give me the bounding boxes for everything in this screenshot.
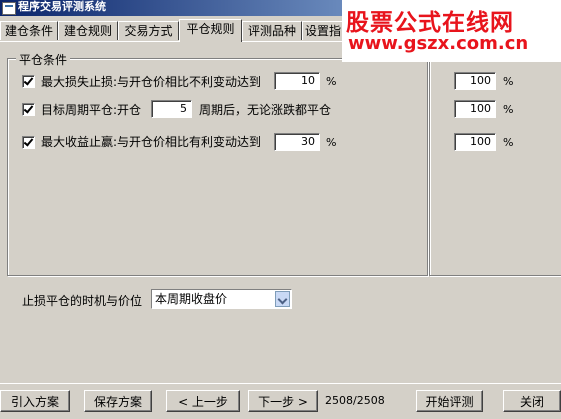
right-unit-3: % xyxy=(503,136,514,149)
right-unit-2: % xyxy=(503,103,514,116)
max-loss-checkbox[interactable] xyxy=(22,75,35,88)
watermark-url: www.gszx.com.cn xyxy=(348,33,529,54)
max-loss-label: 最大损失止损:与开仓价相比不利变动达到 xyxy=(41,75,262,89)
max-loss-unit: % xyxy=(326,75,337,88)
stop-timing-select[interactable]: 本周期收盘价 xyxy=(151,289,292,309)
tab-open-conditions[interactable]: 建仓条件 xyxy=(0,21,58,40)
chevron-down-icon[interactable] xyxy=(275,291,290,307)
close-button[interactable]: 关闭 xyxy=(503,390,561,412)
stop-timing-label: 止损平仓的时机与价位 xyxy=(22,294,143,308)
tab-trade-mode[interactable]: 交易方式 xyxy=(118,21,179,40)
tab-settings[interactable]: 设置指 xyxy=(302,21,344,40)
target-period-suffix: 周期后，无论涨跌都平仓 xyxy=(199,103,332,117)
app-icon xyxy=(2,2,16,15)
target-period-checkbox[interactable] xyxy=(22,103,35,116)
max-loss-input[interactable]: 10 xyxy=(274,72,320,90)
import-plan-button[interactable]: 引入方案 xyxy=(0,390,70,412)
save-plan-button[interactable]: 保存方案 xyxy=(84,390,152,412)
max-profit-input[interactable]: 30 xyxy=(274,133,320,151)
max-profit-label: 最大收益止赢:与开仓价相比有利变动达到 xyxy=(41,135,262,149)
tab-test-symbols[interactable]: 评测品种 xyxy=(242,21,302,40)
close-conditions-group: 平仓条件 xyxy=(7,51,428,276)
watermark-title: 股票公式在线网 xyxy=(346,10,514,36)
group-title: 平仓条件 xyxy=(16,51,71,68)
tab-close-rules[interactable]: 平仓规则 xyxy=(179,19,242,42)
next-step-button[interactable]: 下一步 > xyxy=(248,390,318,412)
target-period-input[interactable]: 5 xyxy=(151,100,192,118)
start-test-button[interactable]: 开始评测 xyxy=(416,390,483,412)
tab-open-rules[interactable]: 建仓规则 xyxy=(58,21,118,40)
right-value-3[interactable]: 100 xyxy=(454,133,496,151)
right-unit-1: % xyxy=(503,75,514,88)
stop-timing-value: 本周期收盘价 xyxy=(155,292,228,306)
right-value-1[interactable]: 100 xyxy=(454,72,496,90)
window-title: 程序交易评测系统 xyxy=(18,0,106,13)
previous-step-button[interactable]: < 上一步 xyxy=(166,390,240,412)
max-profit-checkbox[interactable] xyxy=(22,136,35,149)
right-value-2[interactable]: 100 xyxy=(454,100,496,118)
target-period-label: 目标周期平仓:开仓 xyxy=(41,103,142,117)
max-profit-unit: % xyxy=(326,136,337,149)
site-watermark: 股票公式在线网 www.gszx.com.cn xyxy=(342,0,561,62)
record-counter: 2508/2508 xyxy=(325,394,385,407)
right-close-group xyxy=(429,58,561,276)
